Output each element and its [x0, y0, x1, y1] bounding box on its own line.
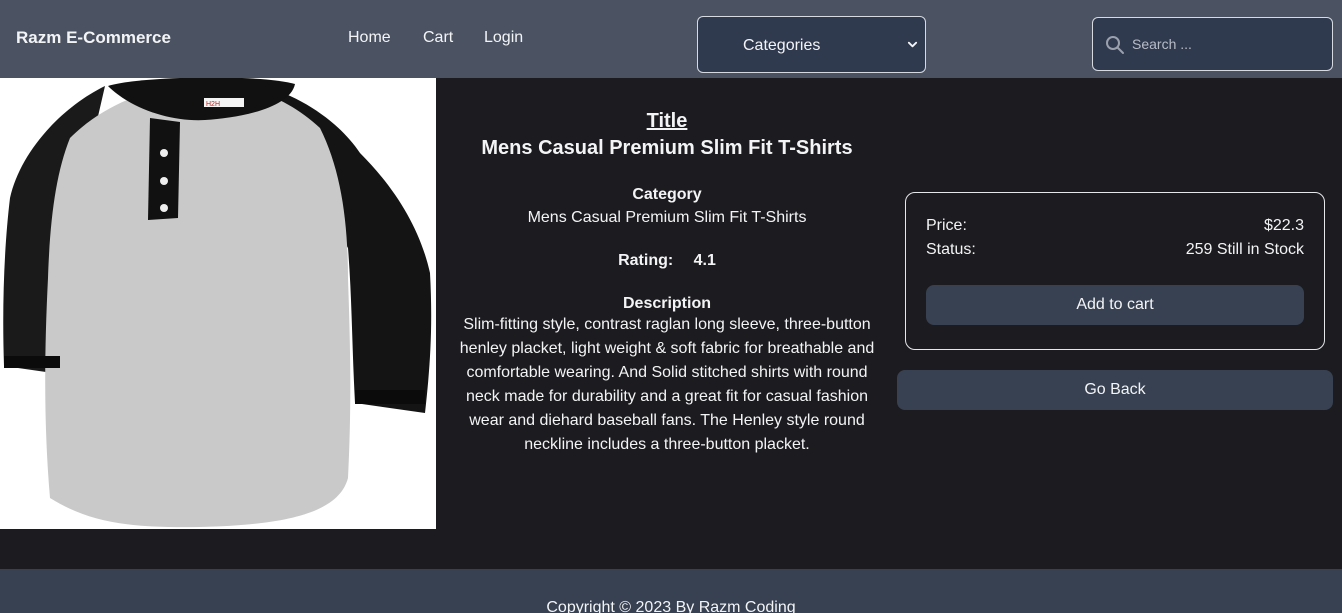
- navbar: Razm E-Commerce Home Cart Login Categori…: [0, 0, 1342, 78]
- search-input[interactable]: [1132, 30, 1324, 58]
- footer-copyright: Copyright © 2023 By Razm Coding: [546, 599, 796, 613]
- add-to-cart-button[interactable]: Add to cart: [926, 285, 1304, 325]
- title-heading: Title: [646, 110, 688, 132]
- product-description: Slim-fitting style, contrast raglan long…: [459, 316, 875, 453]
- henley-raglan-t-shirt-image: H2H: [0, 78, 436, 529]
- search-icon: [1106, 36, 1124, 54]
- description-heading: Description: [622, 295, 711, 312]
- nav-link-home[interactable]: Home: [348, 29, 391, 47]
- rating-label: Rating:: [618, 252, 674, 269]
- product-image: H2H: [0, 78, 436, 529]
- categories-select[interactable]: Categories: [697, 16, 926, 73]
- chevron-down-icon: [907, 41, 918, 48]
- status-value: 259 Still in Stock: [1185, 241, 1304, 258]
- product-details: Title Mens Casual Premium Slim Fit T-Shi…: [456, 108, 878, 457]
- rating-row: Rating: 4.1: [456, 252, 878, 270]
- go-back-button[interactable]: Go Back: [897, 370, 1333, 410]
- footer: Copyright © 2023 By Razm Coding: [0, 569, 1342, 613]
- search-box[interactable]: [1092, 17, 1333, 71]
- nav-link-login[interactable]: Login: [484, 29, 523, 47]
- category-heading: Category: [632, 186, 702, 203]
- price-card: Price: $22.3 Status: 259 Still in Stock …: [905, 192, 1325, 350]
- status-label: Status:: [926, 241, 976, 258]
- price-value: $22.3: [1263, 217, 1304, 234]
- nav-link-cart[interactable]: Cart: [423, 29, 453, 47]
- price-label: Price:: [926, 217, 967, 234]
- rating-value: 4.1: [693, 252, 716, 269]
- product-category: Mens Casual Premium Slim Fit T-Shirts: [527, 209, 807, 226]
- categories-select-label: Categories: [743, 37, 821, 54]
- shirt-tag-text: H2H: [206, 101, 220, 108]
- product-title: Mens Casual Premium Slim Fit T-Shirts: [481, 137, 853, 159]
- brand-logo-text[interactable]: Razm E-Commerce: [16, 28, 171, 48]
